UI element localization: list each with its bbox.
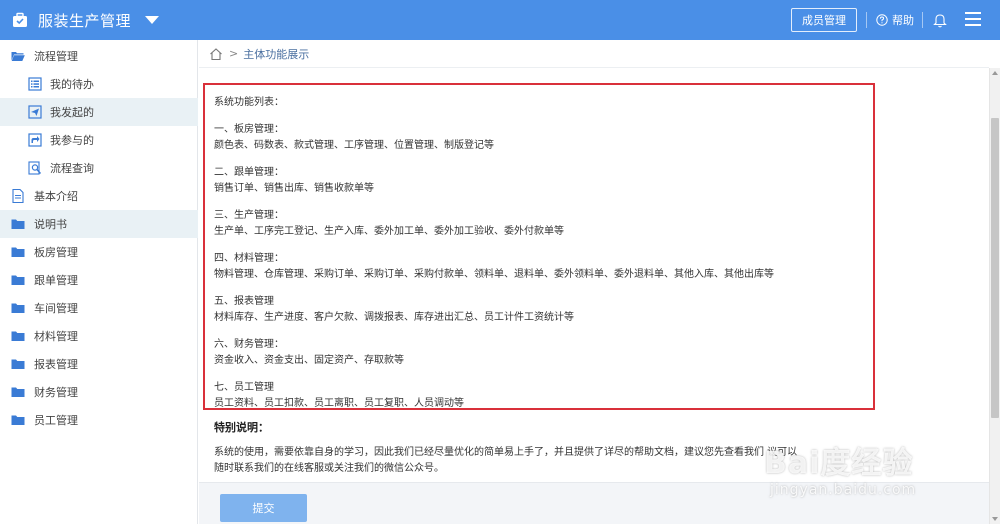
section-heading: 四、材料管理： (214, 253, 284, 264)
watermark-url: jingyan.baidu.com (770, 482, 917, 498)
sidebar-item-label: 财务管理 (34, 386, 78, 399)
sidebar-item-process-query[interactable]: 流程查询 (0, 154, 198, 182)
folder-icon (11, 331, 25, 341)
header-divider (922, 12, 923, 28)
sidebar-item-workshop[interactable]: 车间管理 (0, 294, 198, 322)
sidebar-item-label: 流程查询 (50, 162, 94, 175)
sidebar-item-process[interactable]: 流程管理 (0, 42, 198, 70)
sidebar-item-my-participated[interactable]: 我参与的 (0, 126, 198, 154)
sidebar-item-finance[interactable]: 财务管理 (0, 378, 198, 406)
sidebar-item-label: 员工管理 (34, 414, 78, 427)
sidebar-item-label: 车间管理 (34, 302, 78, 315)
top-header: 服装生产管理 成员管理 帮助 (0, 0, 1000, 40)
briefcase-icon (13, 12, 27, 27)
sidebar: 流程管理 我的待办 我发起的 我参与的 流程查询 基本介绍 说明书 板房管理 跟… (0, 40, 198, 524)
sidebar-item-label: 材料管理 (34, 330, 78, 343)
function-list-title: 系统功能列表： (214, 97, 284, 108)
sidebar-item-label: 我参与的 (50, 134, 94, 147)
app-title: 服装生产管理 (38, 11, 132, 30)
folder-icon (11, 359, 25, 369)
section-heading: 七、员工管理 (214, 382, 274, 393)
bell-icon[interactable] (933, 12, 947, 28)
breadcrumb-current[interactable]: 主体功能展示 (243, 46, 309, 62)
section-heading: 五、报表管理 (214, 296, 274, 307)
section-detail: 生产单、工序完工登记、生产入库、委外加工单、委外加工验收、委外付款单等 (214, 226, 564, 237)
section-heading: 一、板房管理： (214, 124, 284, 135)
caret-down-icon[interactable] (145, 16, 160, 24)
section-detail: 资金收入、资金支出、固定资产、存取款等 (214, 355, 404, 366)
header-divider (866, 12, 867, 28)
sidebar-item-reports[interactable]: 报表管理 (0, 350, 198, 378)
section-detail: 物料管理、仓库管理、采购订单、采购订单、采购付款单、领料单、退料单、委外领料单、… (214, 269, 774, 280)
sidebar-item-pattern-room[interactable]: 板房管理 (0, 238, 198, 266)
folder-open-icon (11, 52, 25, 61)
sidebar-item-label: 基本介绍 (34, 190, 78, 203)
sidebar-item-my-todo[interactable]: 我的待办 (0, 70, 198, 98)
send-icon (28, 105, 42, 119)
list-icon (28, 77, 42, 91)
menu-icon[interactable] (965, 12, 981, 26)
member-management-button[interactable]: 成员管理 (791, 8, 857, 32)
submit-button[interactable]: 提交 (220, 494, 307, 522)
scroll-down-arrow-icon[interactable] (992, 517, 998, 521)
function-list-box: 系统功能列表： 一、板房管理： 颜色表、码数表、款式管理、工序管理、位置管理、制… (203, 83, 875, 410)
section-detail: 颜色表、码数表、款式管理、工序管理、位置管理、制版登记等 (214, 140, 494, 151)
sidebar-item-label: 报表管理 (34, 358, 78, 371)
sidebar-item-manual[interactable]: 说明书 (0, 210, 198, 238)
section-detail: 销售订单、销售出库、销售收款单等 (214, 183, 374, 194)
folder-icon (11, 415, 25, 425)
section-heading: 六、财务管理： (214, 339, 284, 350)
section-detail: 材料库存、生产进度、客户欠款、调拨报表、库存进出汇总、员工计件工资统计等 (214, 312, 574, 323)
baidu-jingyan-watermark: Bai度经验 jingyan.baidu.com (742, 438, 992, 518)
breadcrumb: > 主体功能展示 (199, 40, 989, 68)
help-link[interactable]: 帮助 (876, 0, 914, 40)
section-detail: 员工资料、员工扣款、员工离职、员工复职、人员调动等 (214, 398, 464, 409)
sidebar-item-my-initiated[interactable]: 我发起的 (0, 98, 198, 126)
special-note-line: 系统的使用，需要依靠自身的学习，因此我们已经尽量优化的简单易上手了，并且提供了详… (214, 447, 798, 458)
sidebar-item-materials[interactable]: 材料管理 (0, 322, 198, 350)
search-doc-icon (28, 161, 42, 175)
sidebar-item-staff[interactable]: 员工管理 (0, 406, 198, 434)
sidebar-item-label: 流程管理 (34, 50, 78, 63)
section-heading: 三、生产管理： (214, 210, 284, 221)
sidebar-item-order-tracking[interactable]: 跟单管理 (0, 266, 198, 294)
help-label: 帮助 (892, 14, 914, 27)
breadcrumb-separator: > (229, 47, 239, 60)
folder-icon (11, 219, 25, 229)
help-circle-icon (876, 14, 888, 26)
special-note-title: 特别说明： (214, 421, 269, 434)
special-note-line: 随时联系我们的在线客服或关注我们的微信公众号。 (214, 463, 444, 474)
sidebar-item-label: 我的待办 (50, 78, 94, 91)
sidebar-item-intro[interactable]: 基本介绍 (0, 182, 198, 210)
scroll-thumb[interactable] (991, 118, 999, 418)
home-icon[interactable] (209, 47, 223, 61)
sidebar-item-label: 说明书 (34, 218, 67, 231)
sidebar-item-label: 我发起的 (50, 106, 94, 119)
app-brand[interactable]: 服装生产管理 (12, 0, 160, 40)
folder-icon (11, 275, 25, 285)
sidebar-item-label: 跟单管理 (34, 274, 78, 287)
folder-icon (11, 303, 25, 313)
participate-icon (28, 133, 42, 147)
folder-icon (11, 387, 25, 397)
watermark-logo: Bai度经验 (764, 446, 914, 481)
sidebar-item-label: 板房管理 (34, 246, 78, 259)
section-heading: 二、跟单管理： (214, 167, 284, 178)
document-icon (12, 189, 24, 203)
scroll-up-arrow-icon[interactable] (992, 71, 998, 75)
folder-icon (11, 247, 25, 257)
